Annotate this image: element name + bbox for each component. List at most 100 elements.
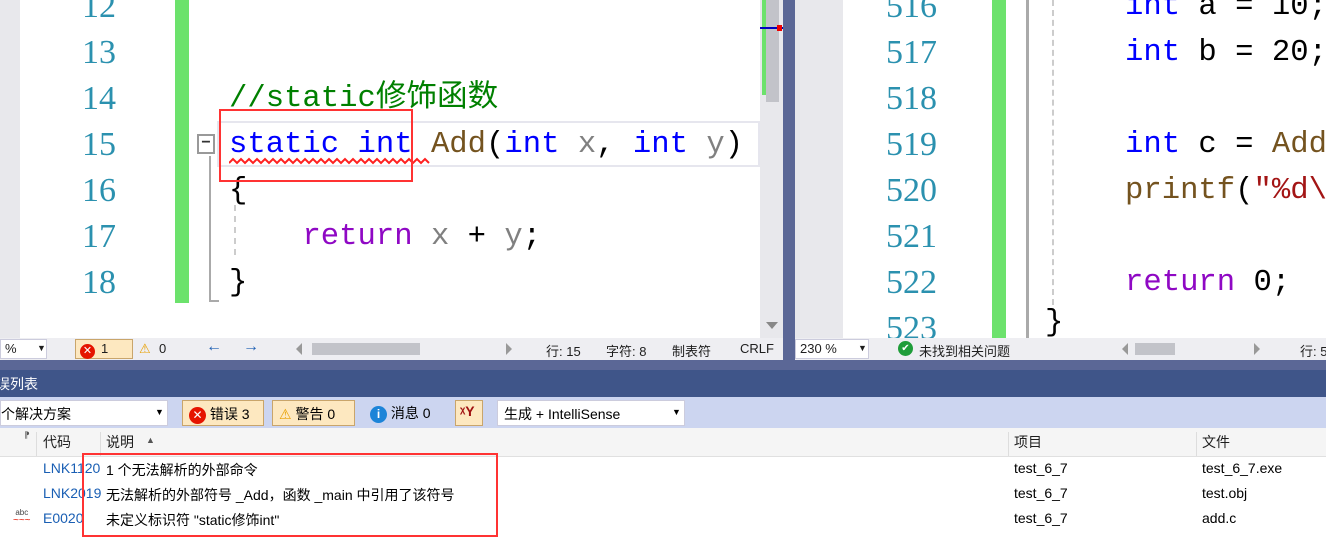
scroll-down-icon[interactable]	[766, 322, 778, 329]
zoom-value: 230 %	[800, 341, 837, 356]
chevron-down-icon: ▼	[858, 343, 867, 353]
error-list-titlebar: 误列表	[0, 370, 1326, 397]
warnings-filter-label: 警告 0	[295, 406, 336, 422]
sort-ascending-icon: ▲	[146, 435, 155, 445]
info-icon: i	[370, 406, 387, 423]
panel-separator	[0, 360, 1326, 370]
code-line-17: return x + y;	[229, 214, 541, 260]
horizontal-scrollbar[interactable]	[1122, 343, 1262, 355]
scope-dropdown[interactable]: 个解决方案 ▼	[0, 400, 168, 426]
var: x	[430, 220, 450, 254]
fold-toggle[interactable]: −	[197, 134, 215, 154]
scope-value: 个解决方案	[1, 406, 71, 422]
vertical-scrollbar[interactable]	[760, 0, 783, 338]
error-file: test_6_7.exe	[1202, 460, 1283, 476]
semicolon: ;	[522, 220, 542, 254]
line-number: 517	[886, 34, 937, 71]
line-number: 15	[82, 126, 116, 163]
indent-guide	[1052, 0, 1054, 305]
error-project: test_6_7	[1014, 510, 1068, 526]
no-issues-label[interactable]: 未找到相关问题	[919, 341, 1010, 360]
right-editor[interactable]: 516 517 518 519 520 521 522 523 int a = …	[795, 0, 1326, 338]
code-line-517: int b = 20;	[1125, 30, 1326, 76]
zoom-value: %	[5, 341, 17, 356]
code-text: b = 20;	[1180, 36, 1326, 70]
right-margin	[795, 0, 843, 338]
error-project: test_6_7	[1014, 460, 1068, 476]
line-number: 519	[886, 126, 937, 163]
tabs-indicator[interactable]: 制表符	[672, 341, 711, 360]
chevron-down-icon: ▼	[672, 407, 681, 417]
column-chooser-icon[interactable]: ⁋	[24, 430, 30, 441]
warning-count[interactable]: 0	[159, 341, 166, 356]
scrollbar-error-marker	[777, 25, 782, 31]
scroll-left-icon[interactable]	[296, 343, 302, 355]
scrollbar-thumb[interactable]	[312, 343, 420, 355]
arrow-right-icon[interactable]: →	[243, 338, 259, 356]
string-literal: "%d\	[1253, 174, 1326, 208]
code-line-522: return 0;	[1125, 260, 1290, 306]
paren: (	[486, 128, 505, 162]
column-header-project[interactable]: 项目	[1014, 432, 1042, 452]
warning-icon: ⚠	[139, 341, 151, 356]
function-name: Add	[1271, 128, 1326, 162]
messages-filter-button[interactable]: i 消息 0	[364, 400, 444, 426]
scroll-left-icon[interactable]	[1122, 343, 1128, 355]
scrollbar-thumb[interactable]	[766, 0, 779, 102]
column-divider	[1008, 432, 1009, 456]
code-text: a = 10;	[1180, 0, 1326, 24]
column-header-file[interactable]: 文件	[1202, 432, 1230, 452]
left-editor[interactable]: 12 13 14 15 16 17 18 − //static修饰函数 stat…	[0, 0, 783, 338]
build-filter-value: 生成 + IntelliSense	[504, 406, 621, 422]
warnings-filter-button[interactable]: ⚠ 警告 0	[272, 400, 355, 426]
line-number: 516	[886, 0, 937, 25]
keyword-return: return	[1125, 266, 1236, 300]
operator: +	[467, 220, 487, 254]
highlight-box	[219, 109, 413, 182]
eol-indicator[interactable]: CRLF	[740, 341, 774, 356]
fold-guide	[1026, 0, 1029, 338]
line-number: 518	[886, 80, 937, 117]
errors-filter-label: 错误 3	[209, 406, 250, 422]
line-indicator: 行: 15	[546, 344, 581, 359]
left-status-bar: % ▼ ✕ 1 ⚠ 0 ← → 行: 15 字符: 8 制表符 CRLF	[0, 338, 783, 360]
chevron-down-icon: ▼	[155, 407, 164, 417]
column-divider	[1196, 432, 1197, 456]
highlight-box	[82, 453, 498, 537]
intellisense-error-icon: abc ~~~	[13, 509, 31, 525]
scrollbar-thumb[interactable]	[1135, 343, 1175, 355]
arrow-left-icon[interactable]: ←	[206, 338, 222, 356]
code-text: 0;	[1235, 266, 1291, 300]
column-header-description[interactable]: 说明	[106, 432, 134, 452]
left-margin	[0, 0, 20, 338]
zoom-dropdown[interactable]: % ▼	[0, 339, 47, 359]
function-name: printf	[1125, 174, 1236, 208]
clear-filter-button[interactable]: ᵡY	[455, 400, 483, 426]
code-line-18: }	[229, 266, 248, 300]
error-file: test.obj	[1202, 485, 1248, 501]
line-number: 14	[82, 80, 116, 117]
error-count-button[interactable]: ✕ 1	[75, 339, 133, 359]
column-divider	[36, 432, 37, 456]
scroll-right-icon[interactable]	[506, 343, 512, 355]
line-number: 18	[82, 264, 116, 301]
keyword: int	[1125, 36, 1181, 70]
code-line-516: int a = 10;	[1125, 0, 1326, 30]
line-number: 13	[82, 34, 116, 71]
check-icon: ✔	[898, 341, 913, 356]
horizontal-scrollbar[interactable]	[296, 343, 516, 355]
error-file: add.c	[1202, 510, 1237, 526]
line-number: 521	[886, 218, 937, 255]
char-indicator: 字符: 8	[606, 344, 647, 359]
line-number: 522	[886, 264, 937, 301]
keyword: int	[504, 128, 560, 162]
keyword: int	[632, 128, 688, 162]
function-name: Add	[430, 128, 487, 162]
zoom-dropdown[interactable]: 230 % ▼	[795, 339, 869, 359]
splitter[interactable]	[783, 0, 795, 360]
column-header-code[interactable]: 代码	[43, 432, 71, 452]
change-bar	[175, 0, 189, 303]
errors-filter-button[interactable]: ✕ 错误 3	[182, 400, 264, 426]
scroll-right-icon[interactable]	[1254, 343, 1260, 355]
build-filter-dropdown[interactable]: 生成 + IntelliSense ▼	[497, 400, 685, 426]
